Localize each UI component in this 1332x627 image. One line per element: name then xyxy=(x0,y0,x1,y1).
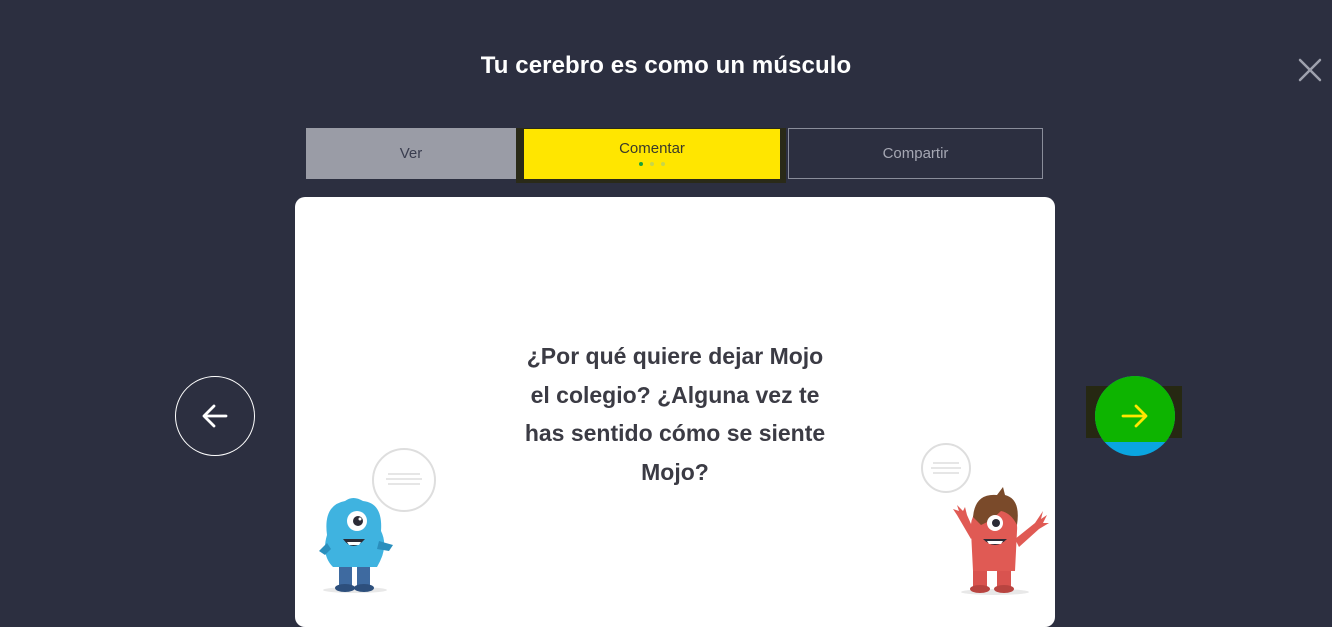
step-dot xyxy=(650,162,654,166)
tab-compartir-label: Compartir xyxy=(882,145,949,162)
tab-ver[interactable]: Ver xyxy=(306,128,516,179)
tab-compartir[interactable]: Compartir xyxy=(788,128,1043,179)
mojo-monster-icon xyxy=(319,498,393,593)
next-button[interactable] xyxy=(1095,376,1175,456)
close-icon xyxy=(1298,58,1322,82)
tab-comentar[interactable]: Comentar xyxy=(524,129,780,179)
page-title: Tu cerebro es como un músculo xyxy=(480,52,852,79)
tab-comentar-label: Comentar xyxy=(619,140,685,157)
arrow-left-icon xyxy=(202,404,228,428)
arrow-right-icon xyxy=(1121,404,1148,428)
discussion-card: ¿Por qué quiere dejar Mojo el colegio? ¿… xyxy=(295,197,1055,627)
question-line: el colegio? ¿Alguna vez te xyxy=(530,381,820,408)
red-monster-icon xyxy=(953,487,1049,595)
question-line: ¿Por qué quiere dejar Mojo xyxy=(526,343,824,369)
step-dot xyxy=(639,162,643,166)
previous-button[interactable] xyxy=(175,376,255,456)
step-dots xyxy=(639,162,665,166)
step-dot xyxy=(661,162,665,166)
tab-ver-label: Ver xyxy=(399,145,423,162)
close-button[interactable] xyxy=(1296,56,1324,84)
